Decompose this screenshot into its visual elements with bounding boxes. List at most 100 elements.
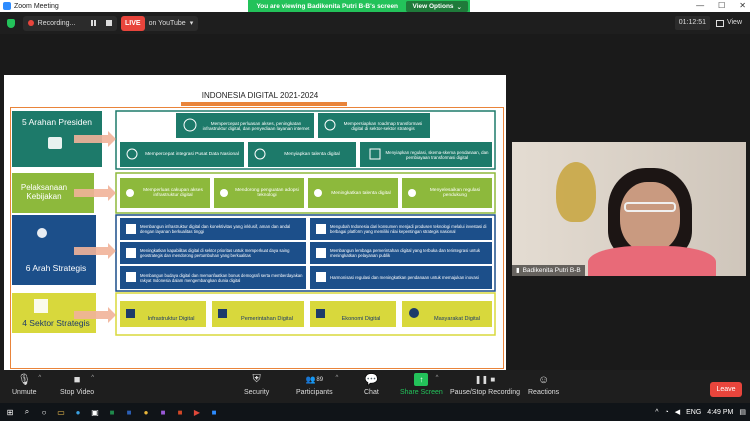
leave-button[interactable]: Leave: [710, 382, 742, 397]
kebijakan-text-4: Menyelesaikan regulasi pendukung: [429, 188, 481, 198]
minimize-button[interactable]: —: [696, 0, 704, 12]
sektor-text-1: Infrastruktur Digital: [147, 316, 195, 322]
participant-body: [588, 246, 716, 276]
strategis-text-6: Harmonisasi regulasi dan meningkatkan pe…: [330, 275, 479, 280]
participants-count: 89: [316, 376, 324, 383]
record-dot-icon: [28, 20, 34, 26]
edge-browser-icon[interactable]: ●: [71, 406, 85, 418]
stop-video-label: Stop Video: [60, 389, 95, 396]
strategis-text-4: Membangun lembaga pemerintahan digital y…: [330, 248, 481, 258]
share-screen-label: Share Screen: [400, 389, 443, 396]
arahan-text-3: Mempercepat integrasi Pusat Data Nasiona…: [145, 152, 239, 157]
live-stream-indicator[interactable]: LIVE on YouTube ▾: [121, 15, 199, 31]
window-controls: — ☐ ✕: [696, 0, 746, 12]
sektor-text-2: Pemerintahan Digital: [241, 316, 293, 322]
reactions-button[interactable]: ☺ Reactions: [528, 373, 560, 397]
arahan-text-2: Mempersiapkan roadmap transformasi digit…: [343, 120, 423, 131]
excel-icon[interactable]: ■: [105, 406, 119, 418]
strategis-text-5: Membangun budaya digital dan memanfaatka…: [140, 272, 303, 283]
kebijakan-text-1: Memperluas cakupan akses infrastruktur d…: [143, 188, 203, 198]
reactions-smile-icon: ☺: [537, 373, 550, 386]
view-options-button[interactable]: View Options ⌄: [406, 1, 468, 12]
chat-button[interactable]: 💬 Chat: [364, 373, 379, 396]
pause-stop-icon: ❚❚ ■: [474, 375, 496, 384]
windows-start-icon[interactable]: ⊞: [3, 406, 17, 418]
stop-recording-icon[interactable]: [106, 20, 112, 26]
kebijakan-text-2: Mendorong penguatan adopsi teknologi: [235, 188, 299, 198]
participant-glasses: [624, 202, 676, 212]
zoom-logo-icon: [3, 2, 11, 10]
share-screen-icon: ↑ ^: [414, 373, 438, 386]
chat-bubble-icon: 💬: [364, 374, 379, 386]
meeting-timer: 01:12:51: [674, 16, 710, 30]
meeting-top-bar: Recording... LIVE on YouTube ▾ 01:12:51 …: [0, 12, 750, 34]
search-icon[interactable]: ⌕: [20, 406, 34, 418]
network-icon[interactable]: ◔: [665, 409, 669, 416]
section-label-arahan: 5 Arahan Presiden: [22, 117, 92, 127]
sektor-text-3: Ekonomi Digital: [341, 316, 381, 322]
grid-view-icon: [715, 19, 724, 27]
unmute-button[interactable]: 🎙 ^ Unmute: [12, 373, 42, 396]
section-label-sektor: 4 Sektor Strategis: [22, 318, 90, 328]
participant-video-tile[interactable]: ▮ Badikenita Putri B-B: [512, 142, 746, 276]
task-view-icon[interactable]: ○: [37, 406, 51, 418]
view-options-label: View Options: [412, 3, 454, 10]
participants-icon: 👥 89 ^: [305, 375, 339, 384]
windows-taskbar: ⊞ ⌕ ○ ▭ ● ▣ ■ ■ ● ■ ■ ▶ ■ ^ ◔ ◀ ENG 4:49…: [0, 403, 750, 421]
chat-label: Chat: [364, 389, 379, 396]
pause-recording-icon[interactable]: [91, 20, 97, 26]
shield-icon: ⛨: [252, 373, 261, 385]
word-icon[interactable]: ■: [122, 406, 136, 418]
security-label: Security: [244, 389, 270, 396]
pause-stop-recording-button[interactable]: ❚❚ ■ Pause/Stop Recording: [450, 373, 520, 396]
arahan-text-1: Mempercepat perluasan akses, peningkatan…: [202, 120, 310, 131]
arahan-text-4: Menyiapkan talenta digital: [284, 152, 340, 157]
window-title: Zoom Meeting: [14, 2, 59, 10]
recording-indicator: Recording...: [23, 15, 117, 31]
notification-icon[interactable]: ▤: [739, 408, 746, 416]
volume-icon[interactable]: ◀: [675, 408, 680, 416]
participant-name: Badikenita Putri B-B: [522, 267, 581, 274]
participants-button[interactable]: 👥 89 ^ Participants: [296, 373, 339, 396]
signal-bars-icon: ▮: [516, 267, 520, 274]
close-button[interactable]: ✕: [739, 0, 746, 12]
system-tray: ^ ◔ ◀ ENG 4:49 PM ▤: [655, 403, 746, 421]
keyboard-language[interactable]: ENG: [686, 409, 701, 416]
muted-mic-icon: 🎙 ^: [17, 374, 42, 386]
participant-face: [620, 182, 680, 252]
reactions-label: Reactions: [528, 389, 560, 396]
shared-slide: INDONESIA DIGITAL 2021-2024 5 Arahan Pre…: [4, 75, 506, 372]
unmute-label: Unmute: [12, 389, 37, 396]
file-explorer-icon[interactable]: ▭: [54, 406, 68, 418]
chevron-down-icon: ⌄: [456, 3, 462, 11]
emblem-decoration: [556, 162, 596, 222]
strategis-text-3: Meningkatkan kapabilitas digital di sekt…: [140, 248, 290, 258]
strategis-text-2: Mengubah Indonesia dari konsumen menjadi…: [330, 224, 487, 234]
clock[interactable]: 4:49 PM: [707, 409, 733, 416]
participant-name-tag: ▮ Badikenita Putri B-B: [512, 265, 585, 276]
recording-label: Recording...: [37, 19, 76, 27]
tray-chevron-icon[interactable]: ^: [655, 409, 658, 416]
live-platform-label: on YouTube: [148, 19, 186, 27]
encryption-shield-icon[interactable]: [7, 18, 15, 28]
view-label: View: [726, 19, 742, 26]
pause-recording-label: Pause/Stop Recording: [450, 389, 521, 396]
view-button[interactable]: View: [715, 16, 742, 30]
store-icon[interactable]: ▣: [88, 406, 102, 418]
media-icon[interactable]: ▶: [190, 406, 204, 418]
zoom-taskbar-icon[interactable]: ■: [207, 406, 221, 418]
app-icon[interactable]: ■: [156, 406, 170, 418]
chevron-down-icon: ▾: [189, 20, 194, 27]
maximize-button[interactable]: ☐: [718, 0, 725, 12]
section-label-strategis: 6 Arah Strategis: [25, 263, 87, 273]
video-camera-icon: ■ ^: [73, 373, 95, 386]
security-button[interactable]: ⛨ Security: [244, 373, 269, 396]
stop-video-button[interactable]: ■ ^ Stop Video: [60, 373, 95, 397]
participants-label: Participants: [296, 389, 333, 396]
sektor-text-4: Masyarakat Digital: [433, 316, 480, 322]
strategis-text-1: Membangun infrastruktur digital dan kone…: [140, 224, 291, 234]
powerpoint-icon[interactable]: ■: [173, 406, 187, 418]
kebijakan-text-3: Meningkatkan talenta digital: [331, 190, 391, 196]
share-screen-button[interactable]: ↑ ^ Share Screen: [400, 373, 443, 396]
chrome-icon[interactable]: ●: [139, 406, 153, 418]
